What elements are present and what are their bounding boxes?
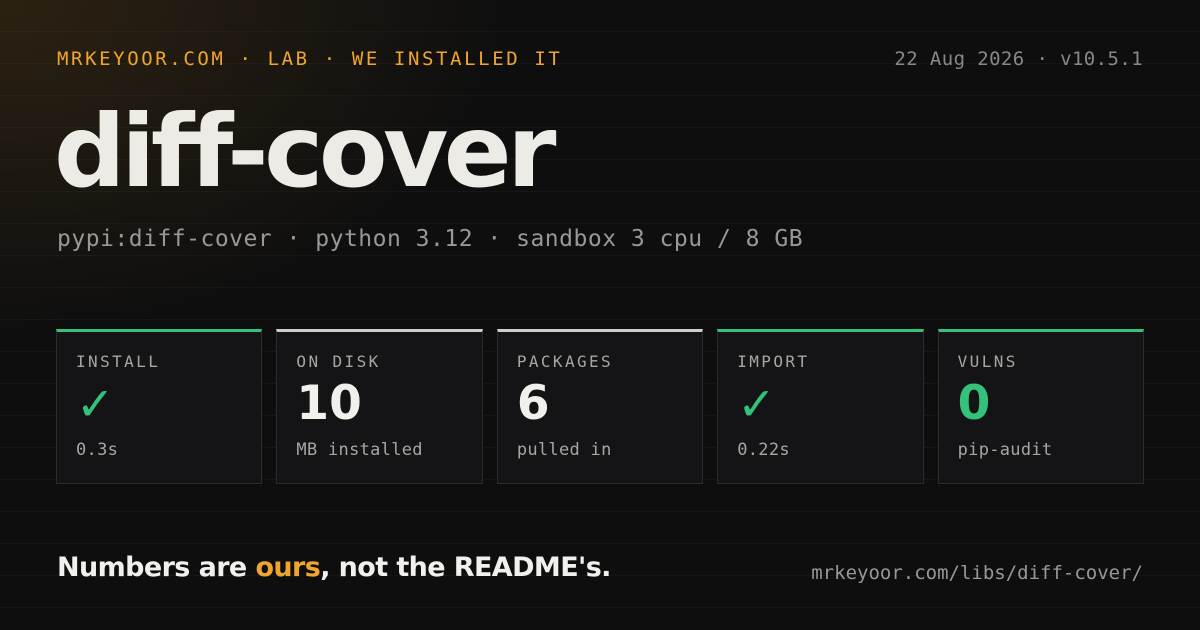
stat-value: 6	[516, 376, 550, 431]
stat-card-vulns: VULNS 0 pip-audit	[937, 329, 1145, 484]
stat-label: IMPORT	[737, 352, 810, 371]
checkmark-icon: ✓	[76, 377, 115, 431]
stat-card-import: IMPORT ✓ 0.22s	[717, 329, 924, 484]
stat-value: 0	[957, 376, 991, 431]
stat-subtext: pulled in	[516, 440, 612, 460]
stat-card-packages: PACKAGES 6 pulled in	[496, 329, 704, 484]
og-card: MRKEYOOR.COM · LAB · WE INSTALLED IT 22 …	[0, 0, 1200, 630]
tagline-start: Numbers are	[57, 552, 256, 583]
stat-subtext: 0.22s	[737, 440, 790, 460]
stat-card-on-disk: ON DISK 10 MB installed	[276, 329, 483, 484]
stat-card-install: INSTALL ✓ 0.3s	[56, 329, 263, 484]
stat-value: 10	[296, 376, 362, 431]
page-url: mrkeyoor.com/libs/diff-cover/	[811, 562, 1143, 584]
page-title: diff-cover	[54, 93, 556, 210]
tagline-end: , not the README's.	[320, 552, 611, 583]
tagline-accent: ours	[255, 552, 321, 583]
tagline: Numbers are ours, not the README's.	[57, 552, 611, 583]
stat-label: VULNS	[957, 352, 1018, 371]
stat-subtext: 0.3s	[76, 440, 119, 460]
site-kicker: MRKEYOOR.COM · LAB · WE INSTALLED IT	[57, 48, 563, 70]
date-version-meta: 22 Aug 2026 · v10.5.1	[894, 48, 1143, 70]
stat-label: PACKAGES	[516, 352, 614, 371]
stat-subtext: MB installed	[296, 440, 423, 460]
package-subtitle: pypi:diff-cover · python 3.12 · sandbox …	[57, 226, 804, 252]
stat-subtext: pip-audit	[957, 440, 1053, 460]
stats-cards: INSTALL ✓ 0.3s ON DISK 10 MB installed P…	[56, 329, 1145, 484]
stat-label: ON DISK	[296, 352, 381, 371]
checkmark-icon: ✓	[737, 377, 776, 431]
stat-label: INSTALL	[76, 352, 161, 371]
